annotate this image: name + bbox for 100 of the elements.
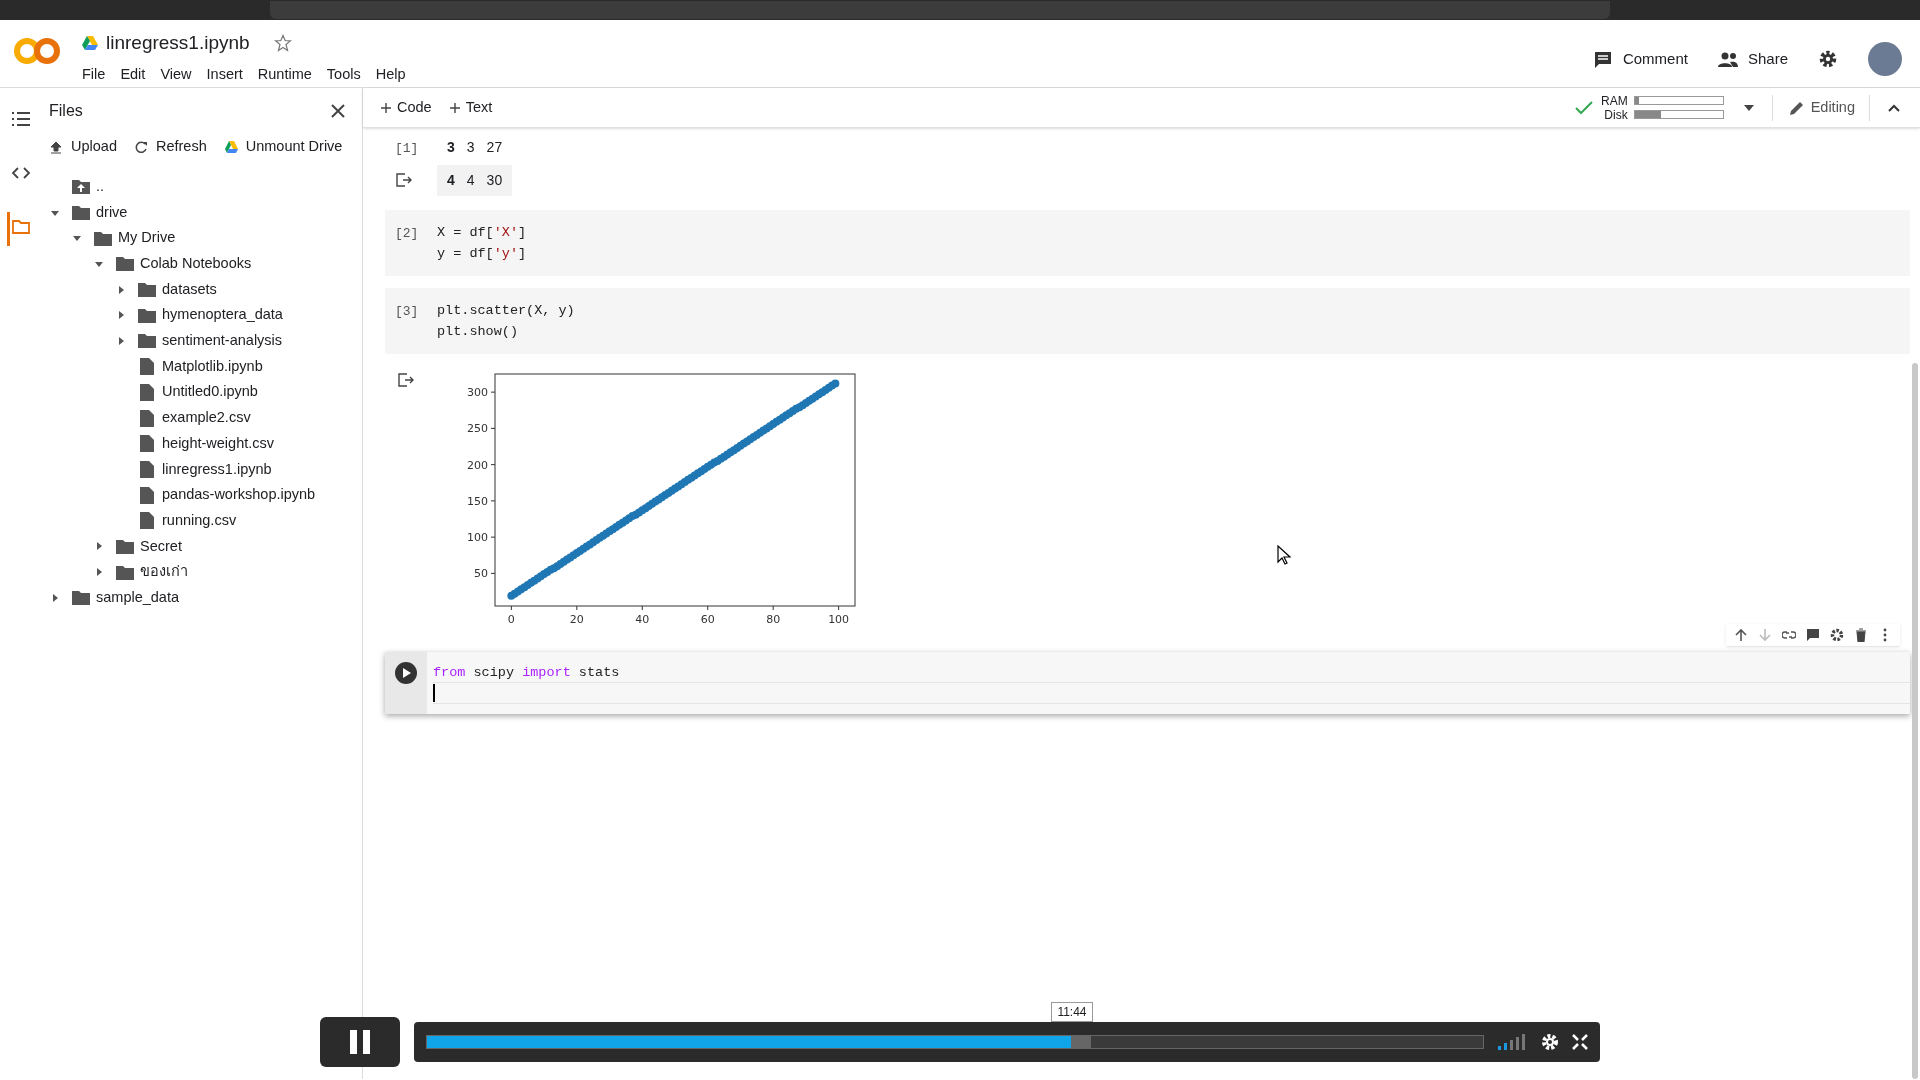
file-icon: [140, 409, 154, 427]
close-icon[interactable]: [330, 103, 346, 119]
y-tick-label: 100: [467, 531, 488, 545]
resource-meter[interactable]: RAM Disk: [1601, 93, 1724, 122]
avatar[interactable]: [1868, 42, 1902, 76]
execution-count: [1]: [395, 139, 419, 156]
tree-item[interactable]: datasets: [162, 278, 217, 301]
caret-icon[interactable]: [116, 284, 126, 295]
pause-icon: [349, 1030, 371, 1054]
star-icon[interactable]: [273, 34, 292, 53]
scrollbar[interactable]: [1912, 363, 1918, 1079]
notebook-title[interactable]: linregress1.ipynb: [106, 29, 250, 58]
x-tick-label: 40: [635, 613, 650, 626]
buffered-bar: [1071, 1036, 1092, 1048]
resource-label: RAM: [1601, 93, 1628, 108]
tree-item[interactable]: sentiment-analysis: [162, 330, 283, 352]
dropdown-caret-icon[interactable]: [1743, 104, 1754, 111]
link-icon[interactable]: [1782, 628, 1796, 642]
x-tick-label: 100: [828, 613, 850, 626]
menu-item[interactable]: Tools: [326, 63, 361, 86]
y-tick: 100: [467, 531, 496, 545]
y-tick-label: 250: [467, 422, 488, 436]
tree-item[interactable]: running.csv: [162, 509, 237, 532]
output-icon: [395, 171, 413, 188]
code-cell[interactable]: [3] plt.scatter(X, y) plt.show(): [385, 288, 1910, 354]
tree-item[interactable]: height-weight.csv: [162, 432, 275, 455]
y-tick-label: 50: [474, 567, 488, 581]
tree-item[interactable]: Untitled0.ipynb: [162, 381, 258, 404]
tree-item[interactable]: Colab Notebooks: [140, 253, 252, 275]
x-tick: 40: [635, 605, 650, 626]
menu-item[interactable]: View: [160, 63, 192, 86]
settings-icon[interactable]: [1540, 1032, 1560, 1052]
volume-icon[interactable]: [1498, 1034, 1526, 1050]
drive-button[interactable]: Unmount Drive: [224, 136, 343, 158]
tree-item[interactable]: My Drive: [118, 227, 176, 250]
menu-item[interactable]: Help: [375, 63, 406, 86]
file-icon: [140, 486, 154, 504]
y-tick: 150: [467, 494, 496, 508]
tree-item[interactable]: linregress1.ipynb: [162, 458, 272, 481]
add-cell-button[interactable]: Text: [449, 96, 493, 119]
files-tab-icon[interactable]: [11, 218, 31, 236]
caret-icon[interactable]: [116, 335, 126, 346]
tree-item[interactable]: drive: [96, 201, 128, 224]
menu-item[interactable]: Edit: [120, 63, 146, 86]
tree-item[interactable]: pandas-workshop.ipynb: [162, 484, 316, 506]
code-cell[interactable]: [2] X = df['X'] y = df['y']: [385, 210, 1910, 276]
pause-button[interactable]: [320, 1017, 400, 1067]
table-cell-text: 3: [447, 138, 455, 157]
x-tick-label: 80: [766, 613, 781, 626]
exit-fullscreen-icon[interactable]: [1572, 1034, 1588, 1050]
resource-label: Disk: [1603, 107, 1628, 122]
caret-icon[interactable]: [94, 541, 104, 552]
tree-item[interactable]: Matplotlib.ipynb: [162, 355, 263, 378]
caret-icon[interactable]: [50, 592, 60, 603]
caret-icon[interactable]: [116, 310, 126, 321]
folder-icon: [94, 230, 112, 246]
tree-item[interactable]: ..: [96, 175, 105, 198]
plus-icon: [449, 102, 460, 113]
menu-item[interactable]: File: [82, 63, 106, 86]
run-icon[interactable]: [395, 662, 417, 684]
tree-item[interactable]: sample_data: [96, 586, 180, 609]
execution-count: [2]: [395, 225, 420, 243]
folder-icon: [72, 205, 90, 221]
upload-button[interactable]: Upload: [50, 136, 117, 158]
y-tick: 300: [467, 386, 496, 400]
folder-icon: [138, 307, 156, 323]
code-line: plt.show(): [437, 323, 519, 341]
add-cell-button[interactable]: Code: [381, 96, 432, 119]
comment-button[interactable]: Comment: [1592, 47, 1688, 71]
tree-item[interactable]: ของเก่า: [140, 561, 188, 584]
table-cell-text: 30: [486, 171, 503, 190]
menu-item[interactable]: Runtime: [257, 63, 312, 86]
arrow-up-icon[interactable]: [1734, 628, 1748, 642]
editing-button[interactable]: Editing: [1788, 96, 1855, 119]
refresh-button[interactable]: Refresh: [134, 136, 207, 158]
panel-title: Files: [49, 101, 83, 121]
code-line: y = df['y']: [437, 245, 527, 263]
toc-tab-icon[interactable]: [11, 110, 31, 128]
code-line: from scipy import stats: [433, 662, 1910, 683]
pencil-icon: [1788, 99, 1805, 116]
settings-icon[interactable]: [1830, 628, 1844, 642]
progress-track[interactable]: [426, 1035, 1484, 1049]
tree-item[interactable]: hymenoptera_data: [162, 304, 283, 327]
folder-icon: [138, 282, 156, 298]
share-icon: [1717, 50, 1738, 68]
share-button[interactable]: Share: [1717, 47, 1788, 71]
code-line: plt.scatter(X, y): [437, 302, 575, 320]
upload-icon: [50, 140, 63, 154]
comment-icon[interactable]: [1806, 628, 1820, 642]
folder-up-icon: [72, 179, 90, 195]
collapse-caret-icon[interactable]: [1888, 103, 1900, 112]
comment-icon: [1592, 50, 1613, 68]
folder-icon: [138, 333, 156, 349]
tree-item[interactable]: example2.csv: [162, 407, 251, 429]
menu-item[interactable]: Insert: [206, 63, 243, 86]
tree-item[interactable]: Secret: [140, 535, 182, 558]
settings-icon[interactable]: [1818, 49, 1838, 69]
caret-icon[interactable]: [94, 567, 104, 578]
trash-icon[interactable]: [1854, 628, 1868, 642]
drive-icon: [224, 140, 238, 154]
